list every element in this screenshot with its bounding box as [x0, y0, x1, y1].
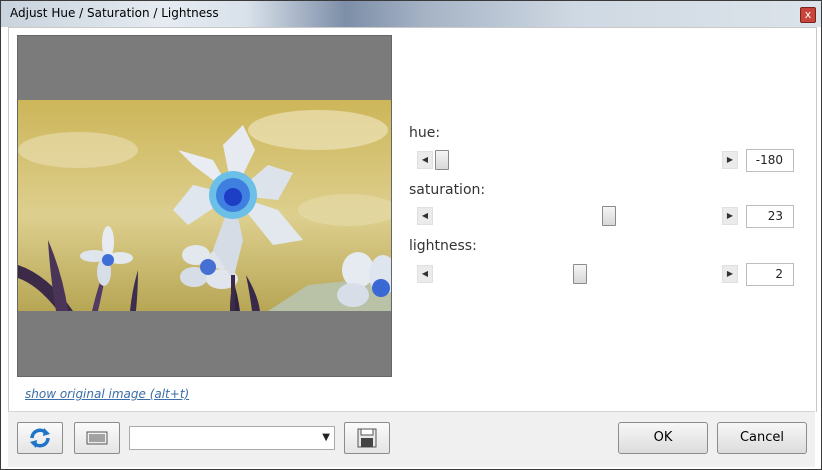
show-original-link[interactable]: show original image (alt+t)	[25, 387, 189, 401]
saturation-label: saturation:	[409, 182, 486, 198]
lightness-slider[interactable]: ◀ ▶	[417, 264, 738, 284]
saturation-value-input[interactable]: 23	[746, 205, 794, 228]
barcode-icon	[86, 431, 108, 445]
saturation-slider[interactable]: ◀ ▶	[417, 206, 738, 226]
chevron-down-icon[interactable]: ▼	[322, 432, 330, 443]
save-icon	[357, 428, 377, 448]
preview-image	[18, 100, 391, 311]
hue-decrease-arrow[interactable]: ◀	[417, 151, 433, 169]
saturation-slider-thumb[interactable]	[602, 206, 616, 226]
save-preset-button[interactable]	[344, 422, 390, 454]
title-bar: Adjust Hue / Saturation / Lightness x	[1, 1, 821, 27]
lightness-increase-arrow[interactable]: ▶	[722, 265, 738, 283]
lightness-label: lightness:	[409, 238, 477, 254]
close-button[interactable]: x	[800, 7, 816, 23]
saturation-decrease-arrow[interactable]: ◀	[417, 207, 433, 225]
refresh-icon	[30, 428, 50, 448]
refresh-button[interactable]	[17, 422, 63, 454]
hue-label: hue:	[409, 125, 441, 141]
dialog-window: Adjust Hue / Saturation / Lightness x sh…	[0, 0, 822, 470]
image-preview	[17, 35, 392, 377]
cancel-button[interactable]: Cancel	[717, 422, 807, 454]
hue-slider[interactable]: ◀ ▶	[417, 150, 738, 170]
lightness-decrease-arrow[interactable]: ◀	[417, 265, 433, 283]
preset-dropdown[interactable]: ▼	[129, 426, 335, 450]
pattern-button[interactable]	[74, 422, 120, 454]
hue-slider-thumb[interactable]	[435, 150, 449, 170]
ok-button[interactable]: OK	[618, 422, 708, 454]
window-title: Adjust Hue / Saturation / Lightness	[10, 6, 219, 20]
saturation-increase-arrow[interactable]: ▶	[722, 207, 738, 225]
hue-increase-arrow[interactable]: ▶	[722, 151, 738, 169]
lightness-slider-thumb[interactable]	[573, 264, 587, 284]
dialog-footer: ▼ OK Cancel	[8, 411, 815, 467]
hue-value-input[interactable]: -180	[746, 149, 794, 172]
lightness-value-input[interactable]: 2	[746, 263, 794, 286]
